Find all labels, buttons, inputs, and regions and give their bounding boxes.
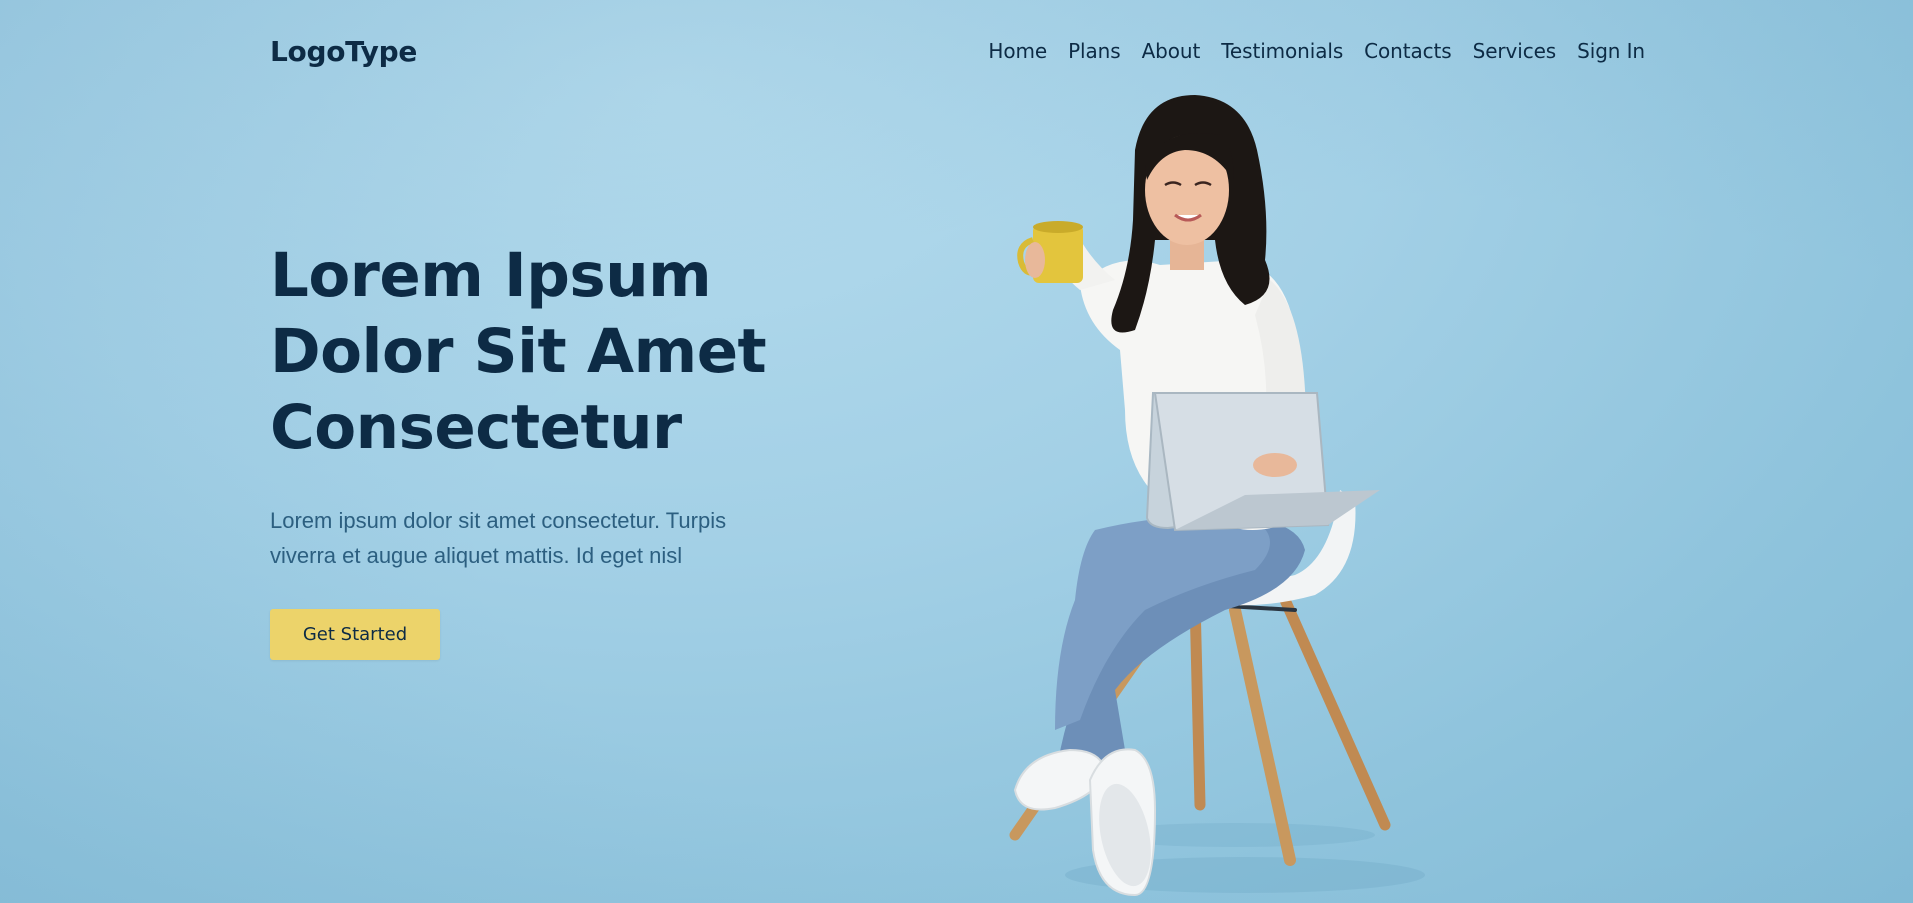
get-started-button[interactable]: Get Started xyxy=(270,609,440,660)
nav-link-sign-in[interactable]: Sign In xyxy=(1577,39,1645,63)
left-hand xyxy=(1025,242,1045,278)
hero-image xyxy=(995,90,1615,903)
logo[interactable]: LogoType xyxy=(270,35,417,68)
hero-title: Lorem Ipsum Dolor Sit Amet Consectetur xyxy=(270,238,830,466)
landing-page: LogoType Home Plans About Testimonials C… xyxy=(0,0,1913,903)
hero-subtitle-line: Lorem ipsum dolor sit amet consectetur. … xyxy=(270,508,727,533)
hero-subtitle: Lorem ipsum dolor sit amet consectetur. … xyxy=(270,503,810,573)
nav-link-services[interactable]: Services xyxy=(1473,39,1557,63)
nav-links: Home Plans About Testimonials Contacts S… xyxy=(988,39,1645,63)
hero-title-line: Dolor Sit Amet xyxy=(270,316,767,387)
nav-link-home[interactable]: Home xyxy=(988,39,1047,63)
hero-title-line: Lorem Ipsum xyxy=(270,240,712,311)
right-hand xyxy=(1253,453,1297,477)
nav-link-contacts[interactable]: Contacts xyxy=(1364,39,1452,63)
smile xyxy=(1174,213,1202,222)
top-nav: LogoType Home Plans About Testimonials C… xyxy=(270,30,1645,72)
nav-link-testimonials[interactable]: Testimonials xyxy=(1221,39,1343,63)
woman-with-laptop-illustration xyxy=(1009,95,1425,897)
hero-title-line: Consectetur xyxy=(270,392,682,463)
hero-subtitle-line: viverra et augue aliquet mattis. Id eget… xyxy=(270,543,683,568)
hero-section: Lorem Ipsum Dolor Sit Amet Consectetur L… xyxy=(270,238,830,660)
nav-link-about[interactable]: About xyxy=(1142,39,1201,63)
nav-link-plans[interactable]: Plans xyxy=(1068,39,1121,63)
